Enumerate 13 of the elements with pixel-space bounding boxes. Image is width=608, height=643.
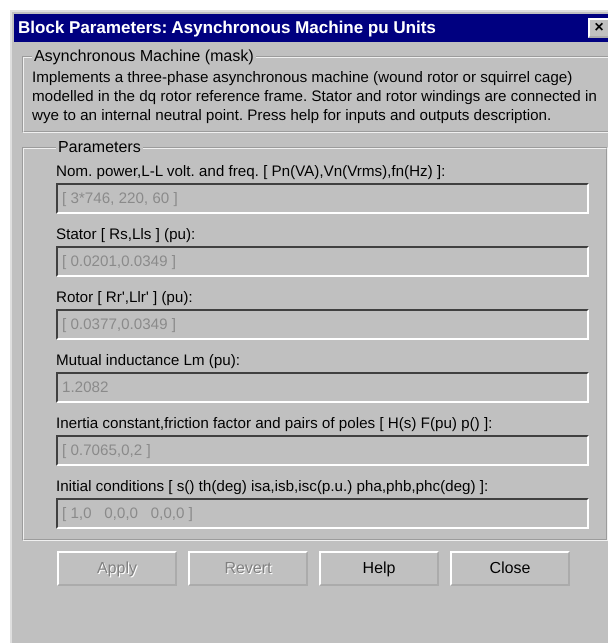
field-label: Stator [ Rs,Lls ] (pu):: [56, 226, 196, 244]
dialog-button[interactable]: Help: [319, 551, 439, 586]
group-title: Parameters: [57, 139, 142, 157]
field-label: Inertia constant,friction factor and pairs of poles [ H(s) F(pu) p() ]:: [56, 415, 494, 433]
field-label: Nom. power,L-L volt. and freq. [ Pn(VA),Vn(Vrms),fn(Hz) ]:: [56, 163, 446, 181]
close-button[interactable]: ×: [588, 18, 608, 38]
window-title: Block Parameters: Asynchronous Machine pu Units: [18, 18, 436, 38]
description-text: Implements a three-phase asynchronous machine (wound rotor or squirrel cage) modelled in the dq rotor reference frame. Stator and rotor windings are connected in wye to an internal neutral point. Press help for inputs and outputs description.: [32, 68, 598, 125]
field-label: Mutual inductance Lm (pu):: [56, 352, 242, 370]
group-title: Asynchronous Machine (mask): [33, 48, 255, 66]
dialog-button[interactable]: Close: [450, 551, 570, 586]
field-label: Initial conditions [ s() th(deg) isa,isb,isc(p.u.) pha,phb,phc(deg) ]:: [56, 478, 490, 496]
field-label: Rotor [ Rr',Llr' ] (pu):: [56, 289, 194, 307]
